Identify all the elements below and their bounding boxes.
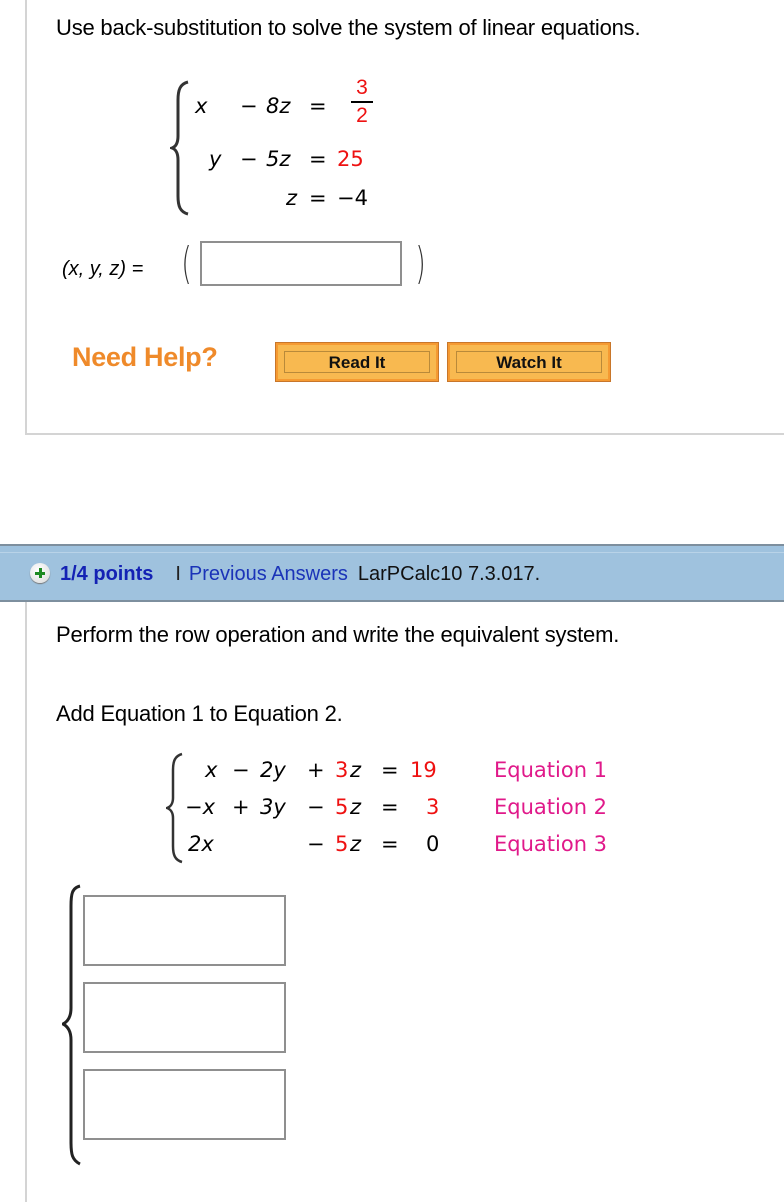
question-1-prompt: Use back-substitution to solve the syste… — [56, 15, 641, 40]
eq2-y: y — [209, 147, 222, 171]
header-highlight — [0, 552, 784, 553]
row3-z-coef: 5 — [335, 832, 349, 856]
fraction-bar — [351, 101, 373, 103]
row2-rhs: 3 — [426, 795, 440, 819]
eq1-z-coef: 8z — [266, 94, 291, 118]
row1-equals: = — [381, 758, 399, 782]
answer-left-brace-icon — [62, 884, 81, 1166]
row2-op2: − — [307, 795, 325, 819]
row1-rhs: 19 — [410, 758, 437, 782]
row1-term1: x — [205, 758, 218, 782]
eq3-equals: = — [309, 186, 327, 210]
equation-1-label: Equation 1 — [494, 758, 608, 782]
watch-it-label: Watch It — [496, 353, 562, 372]
left-brace-icon — [170, 80, 189, 216]
question-2-header: 1/4 points I Previous Answers LarPCalc10 7.… — [0, 544, 784, 602]
eq2-rhs: 25 — [337, 147, 364, 171]
eq3-z: z — [286, 186, 298, 210]
equation-3-answer-input[interactable] — [83, 1069, 286, 1140]
row1-z-var: z — [350, 758, 362, 782]
header-separator: I — [175, 563, 181, 585]
problem-reference: LarPCalc10 7.3.017. — [357, 563, 541, 585]
question-2-prompt: Perform the row operation and write the … — [56, 622, 620, 647]
xyz-answer-input[interactable] — [200, 241, 402, 286]
row2-z-var: z — [350, 795, 362, 819]
fraction-numerator: 3 — [356, 76, 368, 99]
need-help-label: Need Help? — [72, 342, 218, 372]
read-it-label: Read It — [328, 353, 386, 372]
eq3-rhs: −4 — [337, 186, 368, 210]
previous-answers-link[interactable]: Previous Answers — [189, 563, 348, 585]
answer-label-text: (x, y, z) = — [62, 258, 144, 280]
eq1-equals: = — [309, 94, 327, 118]
row3-rhs: 0 — [426, 832, 440, 856]
eq2-equals: = — [309, 147, 327, 171]
row3-term1: 2x — [188, 832, 214, 856]
question-2-header-content: 1/4 points I Previous Answers LarPCalc10 7.… — [30, 563, 540, 586]
row1-z-coef: 3 — [335, 758, 349, 782]
equation-1-answer-input[interactable] — [83, 895, 286, 966]
right-paren: ) — [415, 238, 426, 289]
row2-term2: 3y — [260, 795, 286, 819]
equation-3-label: Equation 3 — [494, 832, 608, 856]
read-it-button[interactable]: Read It — [275, 342, 439, 382]
question-2-instruction: Add Equation 1 to Equation 2. — [56, 701, 343, 726]
eq2-minus: − — [240, 147, 258, 171]
row1-op2: + — [307, 758, 325, 782]
left-brace-icon — [166, 752, 183, 864]
row1-op1: − — [232, 758, 250, 782]
row1-term2: 2y — [260, 758, 286, 782]
fraction-denominator: 2 — [356, 104, 368, 127]
row3-equals: = — [381, 832, 399, 856]
equation-2-answer-input[interactable] — [83, 982, 286, 1053]
row2-equals: = — [381, 795, 399, 819]
eq1-z-term: 8z — [266, 94, 290, 118]
eq1-minus: − — [240, 94, 258, 118]
row2-op1: + — [232, 795, 250, 819]
eq1-x: x — [195, 94, 208, 118]
eq2-z-term: 5z — [266, 147, 291, 171]
plus-circle-icon[interactable] — [30, 563, 50, 583]
points-score: 1/4 points — [60, 563, 154, 585]
row3-op2: − — [307, 832, 325, 856]
eq1-rhs-fraction: 3 2 — [351, 76, 373, 128]
left-paren: ( — [181, 238, 192, 289]
row2-z-coef: 5 — [335, 795, 349, 819]
answer-label: (x, y, z) = — [62, 258, 143, 281]
watch-it-button[interactable]: Watch It — [447, 342, 611, 382]
row2-term1: −x — [185, 795, 216, 819]
equation-2-label: Equation 2 — [494, 795, 608, 819]
row3-z-var: z — [350, 832, 362, 856]
